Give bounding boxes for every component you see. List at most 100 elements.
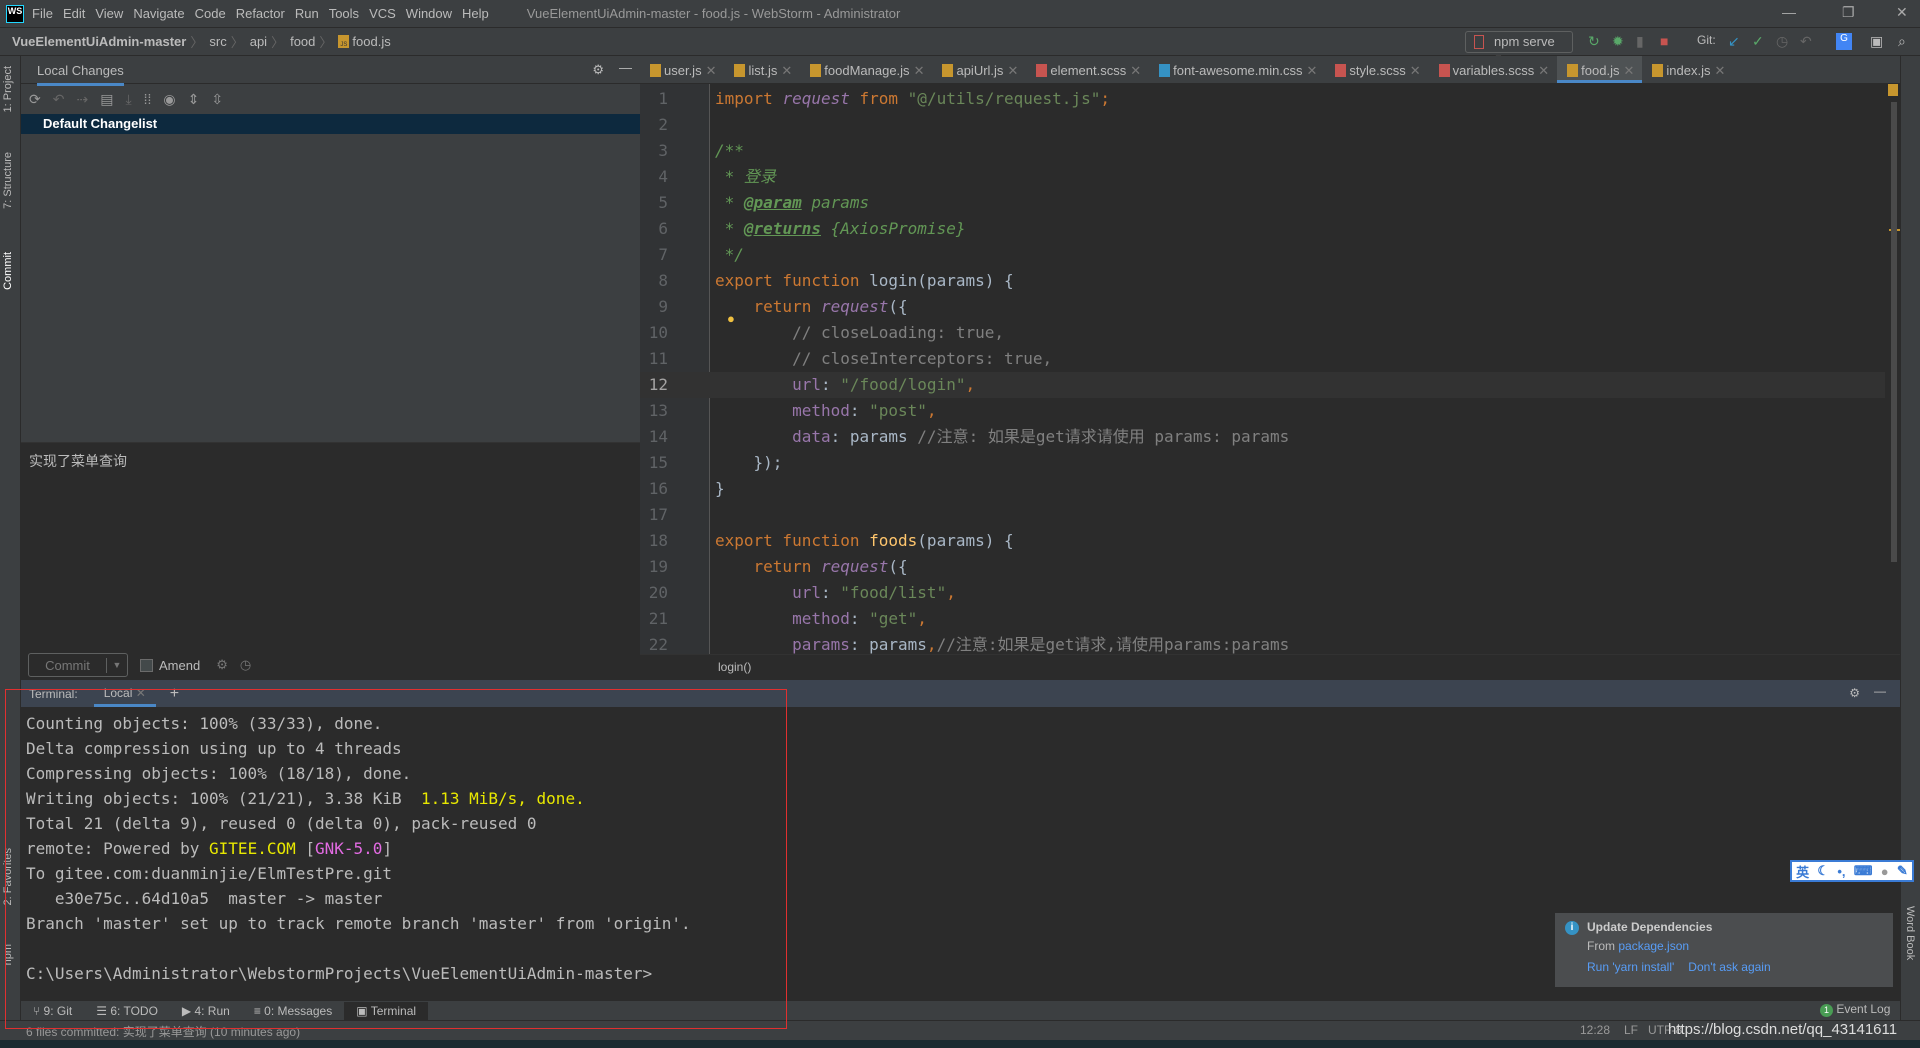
breadcrumb-project[interactable]: VueElementUiAdmin-master: [12, 34, 186, 49]
close-tab-icon[interactable]: ✕: [1130, 63, 1141, 78]
eye-icon[interactable]: ◉: [163, 91, 175, 108]
code-line[interactable]: 21 method: "get",: [640, 606, 1885, 632]
tool-tab-commit[interactable]: Commit: [2, 252, 14, 290]
code-line[interactable]: 22 params: params,//注意:如果是get请求,请使用param…: [640, 632, 1885, 654]
editor-tab[interactable]: style.scss ✕: [1325, 56, 1428, 83]
dont-ask-again-link[interactable]: Don't ask again: [1688, 960, 1770, 974]
stop-icon[interactable]: ■: [1660, 33, 1668, 49]
code-line[interactable]: 9 return request({: [640, 294, 1885, 320]
group-icon[interactable]: ⁞⁞: [144, 91, 152, 107]
close-tab-icon[interactable]: ✕: [706, 63, 717, 78]
menu-tools[interactable]: Tools: [329, 6, 359, 21]
tab-local-changes[interactable]: Local Changes: [37, 63, 124, 86]
translate-icon[interactable]: G: [1836, 33, 1852, 50]
run-yarn-install-link[interactable]: Run 'yarn install': [1587, 960, 1674, 974]
expand-all-icon[interactable]: ⇕: [188, 91, 200, 108]
editor-tab[interactable]: food.js ✕: [1557, 56, 1643, 83]
code-line[interactable]: 6 * @returns {AxiosPromise}: [640, 216, 1885, 242]
terminal-tab-local[interactable]: Local ✕: [93, 681, 156, 707]
menu-navigate[interactable]: Navigate: [133, 6, 184, 21]
code-line[interactable]: 20 url: "food/list",: [640, 580, 1885, 606]
menu-help[interactable]: Help: [462, 6, 489, 21]
rerun-icon[interactable]: ↻: [1588, 33, 1600, 50]
editor-tab[interactable]: foodManage.js ✕: [800, 56, 932, 83]
hide-icon[interactable]: —: [619, 60, 632, 75]
refresh-icon[interactable]: ⟳: [29, 91, 41, 108]
tool-window-tab[interactable]: ▶ 4: Run: [170, 1002, 242, 1020]
code-line[interactable]: 11 // closeInterceptors: true,: [640, 346, 1885, 372]
gear-icon[interactable]: ⚙: [216, 657, 228, 673]
code-area[interactable]: 1 import request from "@/utils/request.js…: [640, 84, 1885, 654]
search-icon[interactable]: ⌕: [1898, 33, 1906, 50]
gear-icon[interactable]: ⚙: [592, 62, 604, 78]
history-icon[interactable]: ◷: [1776, 33, 1788, 50]
close-tab-icon[interactable]: ✕: [781, 63, 792, 78]
menu-refactor[interactable]: Refactor: [236, 6, 285, 21]
close-tab-icon[interactable]: ✕: [1306, 63, 1317, 78]
editor-tab[interactable]: user.js ✕: [640, 56, 724, 83]
collapse-all-icon[interactable]: ⇳: [211, 91, 223, 108]
git-update-icon[interactable]: ↙: [1728, 33, 1740, 50]
close-tab-icon[interactable]: ✕: [1007, 63, 1018, 78]
code-line[interactable]: 8 export function login(params) {: [640, 268, 1885, 294]
tool-window-tab[interactable]: ≡ 0: Messages: [242, 1002, 344, 1020]
editor-breadcrumb[interactable]: login(): [640, 654, 1900, 680]
rollback-icon[interactable]: ↶: [1800, 33, 1812, 50]
editor-tab[interactable]: list.js ✕: [724, 56, 800, 83]
menu-file[interactable]: File: [32, 6, 53, 21]
commit-button[interactable]: Commit ▼: [28, 653, 128, 677]
breadcrumb-file[interactable]: food.js: [352, 34, 390, 49]
editor-tab[interactable]: element.scss ✕: [1026, 56, 1149, 83]
caret-position[interactable]: 12:28: [1580, 1023, 1610, 1037]
run-config-select[interactable]: npm serve ▼: [1465, 31, 1573, 63]
clock-icon[interactable]: ◷: [240, 657, 251, 673]
gear-icon[interactable]: ⚙: [1849, 686, 1860, 700]
punctuation-icon[interactable]: •,: [1837, 864, 1845, 879]
close-tab-icon[interactable]: ✕: [1410, 63, 1421, 78]
breadcrumb-api[interactable]: api: [250, 34, 267, 49]
tool-tab-favorites[interactable]: 2: Favorites: [2, 848, 14, 905]
editor-tab[interactable]: variables.scss ✕: [1429, 56, 1558, 83]
move-icon[interactable]: ⇢: [76, 91, 88, 108]
tool-window-tab[interactable]: ☰ 6: TODO: [84, 1002, 170, 1020]
code-line[interactable]: 16}: [640, 476, 1885, 502]
tool-tab-structure[interactable]: 7: Structure: [2, 152, 14, 209]
tool-tab-word-book[interactable]: Word Book: [1904, 906, 1916, 960]
code-line[interactable]: 10 // closeLoading: true,: [640, 320, 1885, 346]
wrench-icon[interactable]: ✎: [1897, 863, 1908, 879]
coverage-icon[interactable]: ▮: [1636, 33, 1644, 50]
keyboard-icon[interactable]: ⌨: [1854, 863, 1873, 879]
code-line[interactable]: 19 return request({: [640, 554, 1885, 580]
new-terminal-icon[interactable]: +: [170, 685, 179, 703]
menu-code[interactable]: Code: [195, 6, 226, 21]
menu-run[interactable]: Run: [295, 6, 319, 21]
tool-tab-npm[interactable]: npm: [2, 944, 14, 965]
package-json-link[interactable]: package.json: [1618, 939, 1689, 953]
moon-icon[interactable]: ☾: [1817, 863, 1829, 879]
changelist-default[interactable]: Default Changelist: [21, 114, 640, 134]
close-tab-icon[interactable]: ✕: [1714, 63, 1725, 78]
tool-window-tab[interactable]: ⑂ 9: Git: [21, 1002, 84, 1020]
code-line[interactable]: 1 import request from "@/utils/request.js…: [640, 86, 1885, 112]
code-line[interactable]: 5 * @param params: [640, 190, 1885, 216]
rollback-icon[interactable]: ↶: [53, 91, 65, 108]
close-tab-icon[interactable]: ✕: [1538, 63, 1549, 78]
close-tab-icon[interactable]: ✕: [914, 63, 925, 78]
tool-window-tab[interactable]: ▣ Terminal: [344, 1001, 429, 1020]
user-icon[interactable]: ●: [1881, 864, 1889, 879]
code-line[interactable]: 4 * 登录: [640, 164, 1885, 190]
lightbulb-icon[interactable]: ●: [727, 311, 735, 326]
minimize-button[interactable]: —: [1782, 4, 1796, 20]
shelve-icon[interactable]: ⤓: [125, 91, 131, 108]
editor-tab[interactable]: index.js ✕: [1642, 56, 1733, 83]
ime-mode[interactable]: 英: [1796, 862, 1809, 881]
code-line[interactable]: 12 url: "/food/login",: [640, 372, 1885, 398]
editor-tab[interactable]: apiUrl.js ✕: [932, 56, 1026, 83]
code-line[interactable]: 3 /**: [640, 138, 1885, 164]
code-line[interactable]: 2: [640, 112, 1885, 138]
editor-tab[interactable]: font-awesome.min.css ✕: [1149, 56, 1325, 83]
amend-checkbox[interactable]: [140, 658, 153, 672]
menu-window[interactable]: Window: [406, 6, 452, 21]
close-icon[interactable]: ✕: [136, 686, 146, 700]
debug-icon[interactable]: ✹: [1612, 33, 1624, 50]
